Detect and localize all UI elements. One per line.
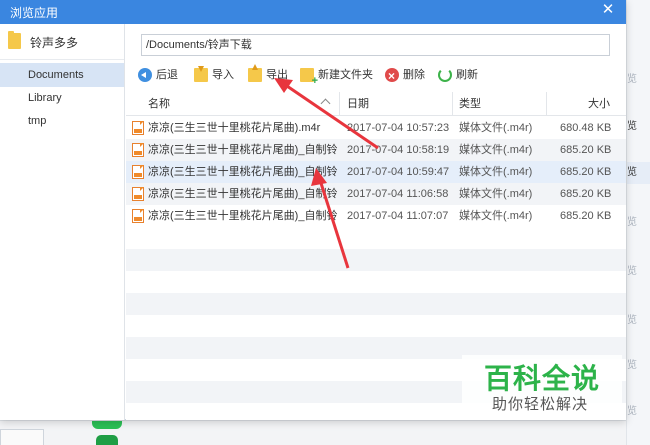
file-type: 媒体文件(.m4r) xyxy=(459,210,533,222)
watermark: 百科全说 助你轻松解决 xyxy=(462,355,622,417)
file-size: 685.20 KB xyxy=(560,166,612,178)
new-folder-label: 新建文件夹 xyxy=(318,69,373,81)
file-name: 凉凉(三生三世十里桃花片尾曲)_自制铃... xyxy=(148,188,338,200)
path-input[interactable]: /Documents/铃声下载 xyxy=(141,34,610,56)
delete-label: 删除 xyxy=(403,69,425,81)
new-folder-icon xyxy=(300,68,318,87)
file-type: 媒体文件(.m4r) xyxy=(459,166,533,178)
background-item: 览 xyxy=(627,360,637,371)
table-row[interactable]: 凉凉(三生三世十里桃花片尾曲)_自制铃... 2017-07-04 11:06:… xyxy=(126,183,626,205)
background-bottom-bar xyxy=(0,420,626,445)
import-icon xyxy=(194,66,208,82)
import-label: 导入 xyxy=(212,69,234,81)
folder-icon xyxy=(8,31,21,49)
sidebar-item-documents[interactable]: Documents xyxy=(0,63,124,87)
file-size: 685.20 KB xyxy=(560,144,612,156)
close-icon[interactable]: ✕ xyxy=(596,0,620,20)
watermark-title: 百科全说 xyxy=(484,363,601,394)
sidebar-app-name: 铃声多多 xyxy=(30,36,79,50)
sidebar-app[interactable]: 铃声多多 xyxy=(0,24,124,60)
background-box xyxy=(0,429,44,445)
file-type: 媒体文件(.m4r) xyxy=(459,144,533,156)
table-row[interactable]: 凉凉(三生三世十里桃花片尾曲)_自制铃... 2017-07-04 10:59:… xyxy=(126,161,626,183)
file-name: 凉凉(三生三世十里桃花片尾曲)_自制铃... xyxy=(148,210,338,222)
table-row[interactable]: 凉凉(三生三世十里桃花片尾曲)_自制铃... 2017-07-04 11:07:… xyxy=(126,205,626,227)
file-date: 2017-07-04 10:59:47 xyxy=(347,166,450,178)
file-type: 媒体文件(.m4r) xyxy=(459,122,533,134)
table-row-empty xyxy=(126,293,626,315)
background-item: 览 xyxy=(627,266,637,277)
file-name: 凉凉(三生三世十里桃花片尾曲)_自制铃... xyxy=(148,166,338,178)
file-date: 2017-07-04 11:06:58 xyxy=(347,188,449,200)
audio-file-icon xyxy=(132,165,144,179)
background-item: 览 xyxy=(627,167,637,178)
background-item: 览 xyxy=(627,217,637,228)
back-label: 后退 xyxy=(156,69,178,81)
audio-file-icon xyxy=(132,187,144,201)
refresh-label: 刷新 xyxy=(456,69,478,81)
file-size: 685.20 KB xyxy=(560,188,612,200)
file-name: 凉凉(三生三世十里桃花片尾曲).m4r xyxy=(148,122,321,134)
background-item: 览 xyxy=(627,315,637,326)
table-header: 名称 日期 类型 大小 xyxy=(126,92,626,116)
export-icon xyxy=(248,64,262,82)
sidebar-item-tmp[interactable]: tmp xyxy=(0,109,124,133)
back-icon xyxy=(138,68,152,82)
sidebar-item-library[interactable]: Library xyxy=(0,86,124,110)
column-divider xyxy=(339,92,340,116)
column-header-name[interactable]: 名称 xyxy=(148,92,170,116)
file-date: 2017-07-04 11:07:07 xyxy=(347,210,449,222)
delete-icon xyxy=(385,66,399,86)
column-header-date[interactable]: 日期 xyxy=(347,92,369,116)
column-divider xyxy=(452,92,453,116)
sidebar: 铃声多多 Documents Library tmp xyxy=(0,24,125,420)
table-row[interactable]: 凉凉(三生三世十里桃花片尾曲).m4r 2017-07-04 10:57:23 … xyxy=(126,117,626,139)
export-label: 导出 xyxy=(266,69,288,81)
column-divider xyxy=(546,92,547,116)
audio-file-icon xyxy=(132,121,144,135)
dialog-title: 浏览应用 xyxy=(10,6,59,20)
background-item: 览 xyxy=(627,121,637,132)
background-item: 览 xyxy=(627,406,637,417)
audio-file-icon xyxy=(132,209,144,223)
table-row[interactable]: 凉凉(三生三世十里桃花片尾曲)_自制铃... 2017-07-04 10:58:… xyxy=(126,139,626,161)
background-panel: 览 览 览 览 览 览 览 览 xyxy=(626,0,650,445)
file-size: 685.20 KB xyxy=(560,210,612,222)
audio-file-icon xyxy=(132,143,144,157)
watermark-subtitle: 助你轻松解决 xyxy=(492,396,589,413)
background-app-icon xyxy=(92,421,122,429)
file-name: 凉凉(三生三世十里桃花片尾曲)_自制铃... xyxy=(148,144,338,156)
background-app-icon xyxy=(96,435,118,445)
refresh-icon xyxy=(438,68,452,82)
column-header-size[interactable]: 大小 xyxy=(588,92,610,116)
file-type: 媒体文件(.m4r) xyxy=(459,188,533,200)
dialog-titlebar: 浏览应用 ✕ xyxy=(0,0,626,24)
file-date: 2017-07-04 10:57:23 xyxy=(347,122,450,134)
column-header-type[interactable]: 类型 xyxy=(459,92,481,116)
sort-up-icon xyxy=(320,98,331,109)
file-size: 680.48 KB xyxy=(560,122,612,134)
table-row-empty xyxy=(126,249,626,271)
file-date: 2017-07-04 10:58:19 xyxy=(347,144,450,156)
background-item: 览 xyxy=(627,74,637,85)
